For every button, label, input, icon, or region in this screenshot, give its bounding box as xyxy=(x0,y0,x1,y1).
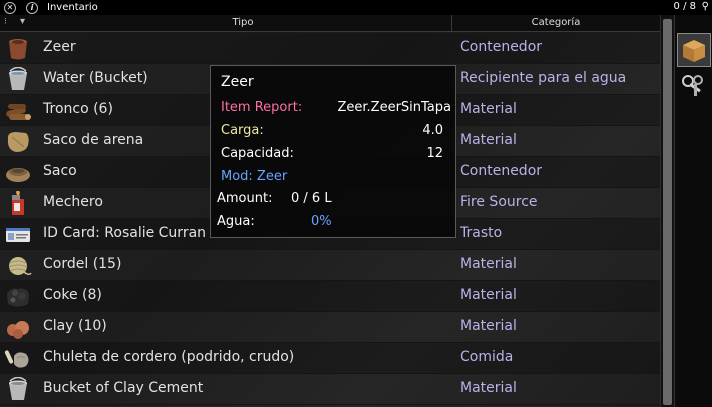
list-item[interactable]: Bucket of Clay Cement Material xyxy=(0,374,660,405)
item-category: Material xyxy=(460,256,517,272)
tooltip-mod: Mod: Zeer xyxy=(221,169,451,187)
bucket-cement-icon xyxy=(4,376,32,402)
scrollbar[interactable] xyxy=(660,15,674,407)
pin-icon[interactable]: ⚲ xyxy=(702,1,709,12)
sort-icon[interactable]: ⁝ xyxy=(4,17,7,27)
info-icon[interactable]: i xyxy=(26,1,38,14)
item-count: 0 / 8 xyxy=(673,1,696,12)
agua-value: 0% xyxy=(311,214,332,229)
column-type[interactable]: Tipo xyxy=(35,17,451,28)
item-name: Mechero xyxy=(43,194,103,210)
item-name: Saco xyxy=(43,163,77,179)
keyring-button[interactable] xyxy=(677,69,711,103)
capacidad-label: Capacidad: xyxy=(221,146,294,161)
item-category: Material xyxy=(460,318,517,334)
scroll-thumb[interactable] xyxy=(663,19,672,405)
tooltip-item-report: Item Report: Zeer.ZeerSinTapa xyxy=(221,100,451,118)
list-item[interactable]: Cordel (15) Material xyxy=(0,250,660,281)
item-category: Fire Source xyxy=(460,194,538,210)
item-name: Chuleta de cordero (podrido, crudo) xyxy=(43,349,295,365)
item-report-value: Zeer.ZeerSinTapa xyxy=(337,100,451,115)
agua-label: Agua: xyxy=(217,214,255,229)
item-tooltip: Zeer Item Report: Zeer.ZeerSinTapa Carga… xyxy=(210,65,456,238)
tooltip-agua: Agua: 0% xyxy=(217,214,447,232)
item-category: Contenedor xyxy=(460,39,543,55)
title-bar: ✕ i Inventario 0 / 8 ⚲ xyxy=(0,0,712,15)
box-icon xyxy=(683,40,705,62)
log-icon xyxy=(4,98,32,123)
item-name: Zeer xyxy=(43,39,76,55)
filter-icon[interactable]: ▾ xyxy=(20,16,25,27)
item-name: Tronco (6) xyxy=(43,101,113,117)
container-sidebar xyxy=(674,15,712,407)
item-name: Cordel (15) xyxy=(43,256,122,272)
lamb-chop-icon xyxy=(4,346,32,371)
tooltip-carga: Carga: 4.0 xyxy=(221,123,451,141)
item-name: Coke (8) xyxy=(43,287,102,303)
item-name: Clay (10) xyxy=(43,318,107,334)
clay-pot-icon xyxy=(4,36,32,61)
lighter-icon xyxy=(4,190,32,216)
item-category: Material xyxy=(460,380,517,396)
list-item[interactable]: Zeer Contenedor xyxy=(0,33,660,64)
sandbag-icon xyxy=(4,129,32,154)
column-category[interactable]: Categoría xyxy=(452,17,660,28)
list-item[interactable]: Clay (10) Material xyxy=(0,312,660,343)
amount-value: 0 / 6 L xyxy=(291,191,332,206)
sack-icon xyxy=(4,160,32,185)
mod-label: Mod: Zeer xyxy=(221,169,288,184)
carga-label: Carga: xyxy=(221,123,264,138)
item-name: Water (Bucket) xyxy=(43,70,148,86)
list-item[interactable]: Coke (8) Material xyxy=(0,281,660,312)
item-category: Contenedor xyxy=(460,163,543,179)
list-item[interactable]: Chuleta de cordero (podrido, crudo) Comi… xyxy=(0,343,660,374)
item-category: Recipiente para el agua xyxy=(460,70,627,86)
amount-label: Amount: xyxy=(217,191,273,206)
item-name: Saco de arena xyxy=(43,132,144,148)
item-category: Material xyxy=(460,101,517,117)
item-category: Comida xyxy=(460,349,514,365)
box-container-button[interactable] xyxy=(677,33,711,67)
item-category: Material xyxy=(460,287,517,303)
bucket-icon xyxy=(4,66,32,92)
window-title: Inventario xyxy=(47,2,98,13)
tooltip-amount: Amount: 0 / 6 L xyxy=(217,191,447,209)
id-card-icon xyxy=(4,222,32,247)
capacidad-value: 12 xyxy=(426,146,443,161)
clay-icon xyxy=(4,315,32,340)
twine-icon xyxy=(4,253,32,278)
item-report-label: Item Report: xyxy=(221,100,303,115)
item-name: ID Card: Rosalie Curran xyxy=(43,225,207,241)
keys-icon xyxy=(682,75,703,96)
close-icon[interactable]: ✕ xyxy=(4,1,16,14)
tooltip-capacidad: Capacidad: 12 xyxy=(221,146,451,164)
item-category: Trasto xyxy=(460,225,503,241)
tooltip-title: Zeer xyxy=(221,74,254,90)
item-category: Material xyxy=(460,132,517,148)
column-header: ⁝ ▾ Tipo Categoría xyxy=(0,15,660,32)
coke-icon xyxy=(4,284,32,309)
carga-value: 4.0 xyxy=(422,123,443,138)
item-name: Bucket of Clay Cement xyxy=(43,380,204,396)
